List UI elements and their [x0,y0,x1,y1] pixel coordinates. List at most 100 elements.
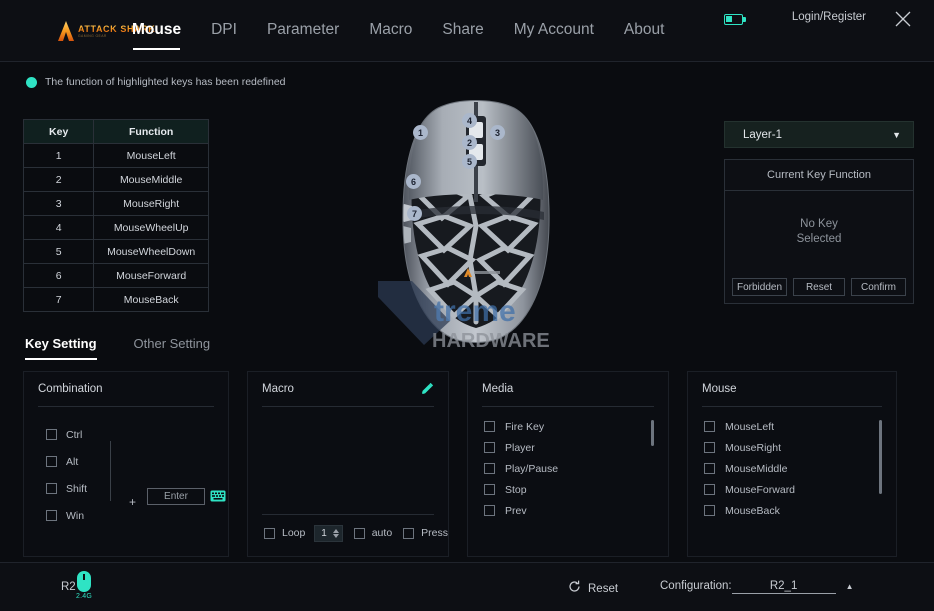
mouse-badge-2[interactable]: 2 [462,135,477,150]
label-fire-key: Fire Key [505,421,544,433]
checkbox-press[interactable] [403,528,414,539]
stepper-down-icon[interactable] [333,534,339,538]
checkbox-mouseforward[interactable] [704,484,715,495]
checkbox-mouseleft[interactable] [704,421,715,432]
subtab-key-setting[interactable]: Key Setting [25,336,97,360]
modifier-win[interactable]: Win [46,502,228,529]
checkbox-shift[interactable] [46,483,57,494]
combination-key-input[interactable] [147,488,205,505]
header-function: Function [94,120,209,144]
table-row[interactable]: 7 MouseBack [24,288,209,312]
label-mousemiddle: MouseMiddle [725,463,787,475]
checkbox-loop[interactable] [264,528,275,539]
cell-key: 5 [24,240,94,264]
mouse-scrollbar[interactable] [879,420,882,535]
divider [110,441,111,501]
list-item[interactable]: Fire Key [484,416,668,437]
scrollbar-thumb[interactable] [879,420,882,494]
checkbox-mousemiddle[interactable] [704,463,715,474]
mouse-badge-7[interactable]: 7 [407,206,422,221]
label-mouseforward: MouseForward [725,484,795,496]
table-row[interactable]: 4 MouseWheelUp [24,216,209,240]
checkbox-mouseback[interactable] [704,505,715,516]
tab-macro[interactable]: Macro [369,0,412,62]
battery-icon[interactable] [724,14,746,27]
pencil-edit-icon[interactable] [420,382,434,396]
media-scrollbar[interactable] [651,420,654,535]
checkbox-ctrl[interactable] [46,429,57,440]
tab-mouse[interactable]: Mouse [132,0,181,62]
mouse-badge-3[interactable]: 3 [490,125,505,140]
tab-share[interactable]: Share [442,0,483,62]
media-title: Media [468,372,668,406]
mouse-badge-5[interactable]: 5 [462,154,477,169]
mouse-option-list: MouseLeft MouseRight MouseMiddle MouseFo… [688,407,896,521]
keyboard-icon[interactable] [210,489,226,501]
cell-key: 1 [24,144,94,168]
setting-subtabs: Key Setting Other Setting [25,336,210,360]
tab-my-account[interactable]: My Account [514,0,594,62]
configuration-label: Configuration: [660,580,732,592]
table-row[interactable]: 5 MouseWheelDown [24,240,209,264]
device-connection-indicator[interactable]: 2.4G [74,571,94,604]
label-win: Win [66,510,84,522]
modifier-ctrl[interactable]: Ctrl [46,421,228,448]
macro-options: Loop 1 auto Press [248,515,448,551]
mouse-functions-panel: Mouse MouseLeft MouseRight MouseMiddle [687,371,897,557]
list-item[interactable]: MouseRight [704,437,896,458]
mouse-panel-title: Mouse [688,372,896,406]
cell-key: 6 [24,264,94,288]
app-header: ATTACK SHARK GAMING GEAR Mouse DPI Param… [0,0,934,62]
shark-logo-icon [57,20,75,42]
confirm-button[interactable]: Confirm [851,278,906,296]
login-register-link[interactable]: Login/Register [792,11,866,23]
modifier-alt[interactable]: Alt [46,448,228,475]
forbidden-button[interactable]: Forbidden [732,278,787,296]
mouse-badge-1[interactable]: 1 [413,125,428,140]
list-item[interactable]: MouseLeft [704,416,896,437]
reset-key-button[interactable]: Reset [793,278,845,296]
stepper-up-icon[interactable] [333,529,339,533]
layer-select[interactable]: Layer-1 ▼ [724,121,914,148]
subtab-other-setting[interactable]: Other Setting [134,336,211,360]
checkbox-auto[interactable] [354,528,365,539]
list-item[interactable]: Player [484,437,668,458]
list-item[interactable]: Stop [484,479,668,500]
checkbox-prev[interactable] [484,505,495,516]
table-row[interactable]: 6 MouseForward [24,264,209,288]
table-row[interactable]: 2 MouseMiddle [24,168,209,192]
checkbox-play-pause[interactable] [484,463,495,474]
table-row[interactable]: 1 MouseLeft [24,144,209,168]
list-item[interactable]: MouseMiddle [704,458,896,479]
scrollbar-thumb[interactable] [651,420,654,446]
stepper-arrows[interactable] [333,529,342,538]
checkbox-stop[interactable] [484,484,495,495]
label-press: Press [421,527,448,539]
chevron-up-icon[interactable]: ▲ [846,582,854,591]
tab-about[interactable]: About [624,0,665,62]
mouse-badge-4[interactable]: 4 [462,113,477,128]
checkbox-alt[interactable] [46,456,57,467]
checkbox-mouseright[interactable] [704,442,715,453]
list-item[interactable]: MouseForward [704,479,896,500]
checkbox-win[interactable] [46,510,57,521]
label-prev: Prev [505,505,527,517]
cell-key: 3 [24,192,94,216]
macro-step-list[interactable] [248,407,448,514]
checkbox-player[interactable] [484,442,495,453]
loop-count-stepper[interactable]: 1 [314,525,342,542]
list-item[interactable]: Play/Pause [484,458,668,479]
table-row[interactable]: 3 MouseRight [24,192,209,216]
watermark: treme HARDWARE [372,275,582,355]
checkbox-fire-key[interactable] [484,421,495,432]
list-item[interactable]: Prev [484,500,668,521]
list-item[interactable]: MouseBack [704,500,896,521]
tab-parameter[interactable]: Parameter [267,0,339,62]
mouse-icon [77,571,91,592]
close-icon[interactable] [892,8,914,30]
reset-button[interactable]: Reset [568,580,618,598]
reset-label: Reset [588,583,618,595]
mouse-badge-6[interactable]: 6 [406,174,421,189]
tab-dpi[interactable]: DPI [211,0,237,62]
configuration-value[interactable]: R2_1 [732,580,836,594]
